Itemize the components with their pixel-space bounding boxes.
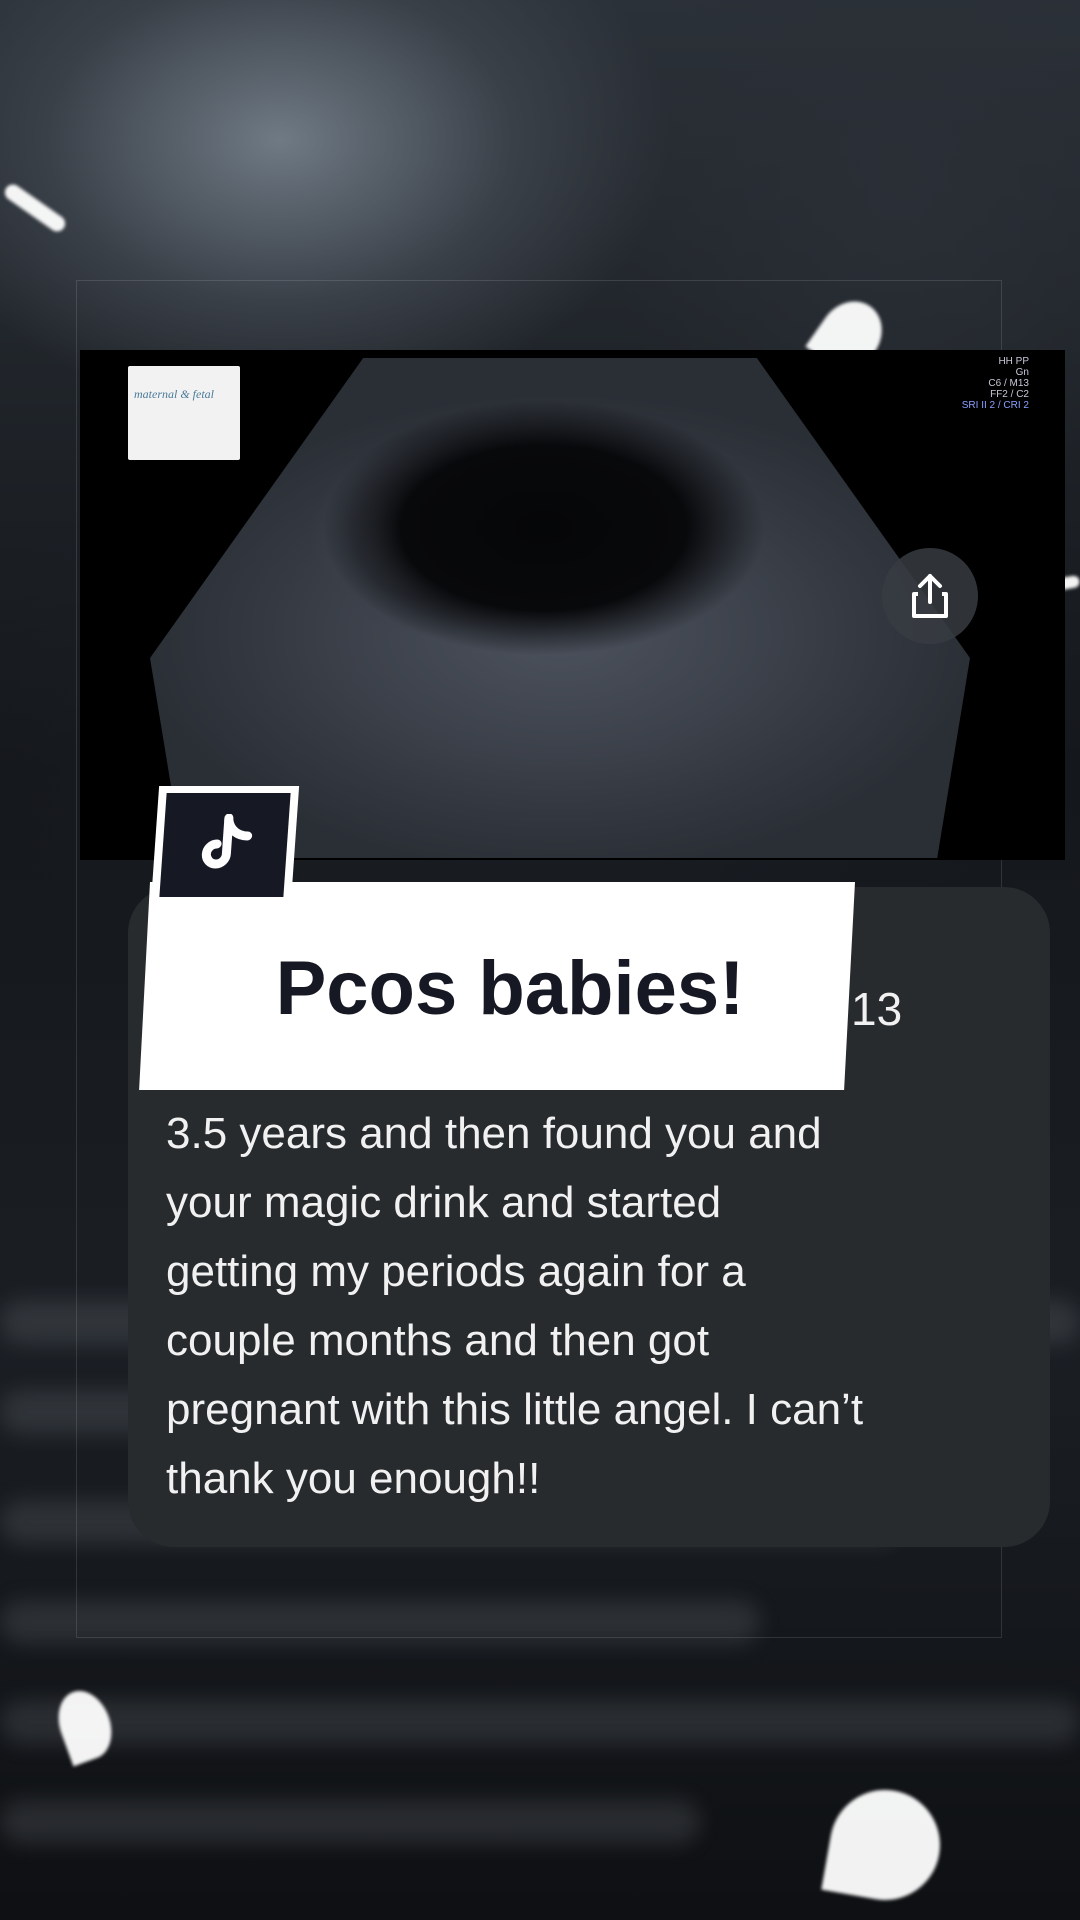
sparkle-decoration [49, 1683, 121, 1767]
share-icon [912, 574, 948, 618]
tiktok-logo-background [159, 793, 291, 897]
ultrasound-meta-line: Gn [1015, 367, 1029, 378]
clinic-logo-text: maternal & fetal [134, 387, 214, 401]
ultrasound-meta-line: HH PP [998, 356, 1029, 367]
share-button[interactable] [882, 548, 978, 644]
blurred-text-line [0, 1800, 700, 1844]
ultrasound-scan [150, 358, 970, 858]
ultrasound-meta-line: C6 / M13 [988, 378, 1029, 389]
ultrasound-meta-line: FF2 / C2 [990, 389, 1029, 400]
message-line: couple months and then got [166, 1316, 710, 1365]
tiktok-badge [150, 786, 300, 904]
caption-text: Pcos babies! [275, 946, 745, 1031]
blurred-text-line [0, 1700, 1080, 1744]
sparkle-decoration [1, 181, 69, 235]
message-line: getting my periods again for a [166, 1247, 746, 1296]
message-line: pregnant with this little angel. I can’t [166, 1385, 864, 1434]
clinic-logo: maternal & fetal [128, 366, 240, 460]
message-line: your magic drink and started [166, 1178, 722, 1227]
sparkle-decoration [821, 1781, 949, 1909]
ultrasound-meta-line: SRI II 2 / CRI 2 [961, 400, 1029, 411]
tiktok-logo-icon [201, 814, 253, 869]
message-line: 3.5 years and then found you and [166, 1109, 822, 1158]
ultrasound-metadata: HH PP Gn C6 / M13 FF2 / C2 SRI II 2 / CR… [962, 356, 1029, 411]
message-line: thank you enough!! [166, 1454, 541, 1503]
